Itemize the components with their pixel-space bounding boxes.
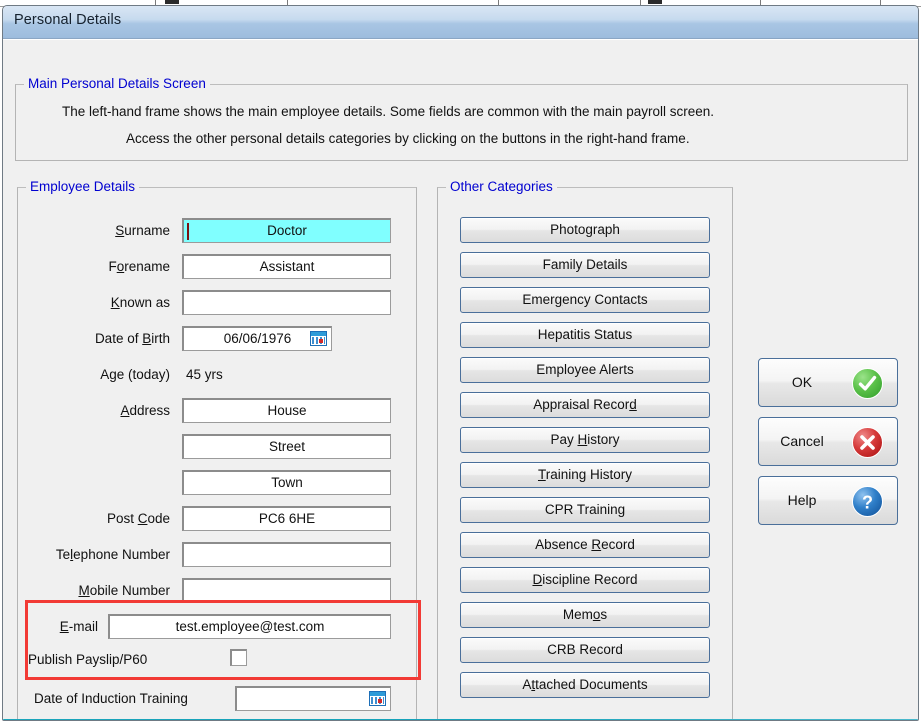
input-forename[interactable]: Assistant (182, 254, 391, 279)
label-date-of-birth: Date of Birth (94, 331, 170, 346)
dialog-title: Personal Details (14, 12, 122, 28)
help-button-label: Help (787, 492, 817, 508)
employee-details-groupbox: Employee Details Surname Doctor Forename… (17, 179, 417, 720)
button-training-history[interactable]: Training History (460, 462, 710, 488)
label-post-code: Post Code (106, 511, 170, 526)
button-crb-record[interactable]: CRB Record (460, 637, 710, 663)
main-info-groupbox: Main Personal Details Screen The left-ha… (15, 76, 908, 161)
main-info-legend: Main Personal Details Screen (24, 76, 210, 91)
cancel-button[interactable]: Cancel (758, 417, 898, 466)
button-discipline-record[interactable]: Discipline Record (460, 567, 710, 593)
button-cpr-training[interactable]: CPR Training (460, 497, 710, 523)
personal-details-dialog: Personal Details Main Personal Details S… (2, 5, 919, 721)
cancel-button-label: Cancel (780, 433, 824, 449)
button-appraisal-record[interactable]: Appraisal Record (460, 392, 710, 418)
svg-text:?: ? (862, 493, 873, 513)
label-date-of-induction-training: Date of Induction Training (34, 691, 188, 706)
text-caret (187, 223, 189, 240)
input-mobile-number[interactable] (182, 578, 391, 603)
label-age-today: Age (today) (100, 367, 170, 382)
button-memos[interactable]: Memos (460, 602, 710, 628)
calendar-icon-date-of-birth[interactable] (310, 331, 327, 346)
label-mobile-number: Mobile Number (78, 583, 170, 598)
label-address: Address (120, 403, 170, 418)
input-address-line-1[interactable]: House (182, 398, 391, 423)
input-email[interactable]: test.employee@test.com (108, 614, 391, 639)
button-employee-alerts[interactable]: Employee Alerts (460, 357, 710, 383)
input-telephone-number[interactable] (182, 542, 391, 567)
input-post-code[interactable]: PC6 6HE (182, 506, 391, 531)
button-absence-record[interactable]: Absence Record (460, 532, 710, 558)
button-photograph[interactable]: Photograph (460, 217, 710, 243)
label-publish-payslip: Publish Payslip/P60 (28, 652, 148, 667)
screenshot-root: Personal Details Main Personal Details S… (0, 0, 921, 725)
value-age-today: 45 yrs (186, 367, 223, 382)
label-email: E-mail (59, 619, 98, 634)
label-known-as: Known as (110, 295, 170, 310)
employee-details-legend: Employee Details (26, 179, 140, 194)
main-info-line-2: Access the other personal details catego… (126, 131, 690, 146)
button-emergency-contacts[interactable]: Emergency Contacts (460, 287, 710, 313)
x-circle-icon (852, 427, 883, 458)
question-circle-icon: ? (852, 486, 883, 517)
input-surname-value: Doctor (267, 223, 307, 238)
label-telephone-number: Telephone Number (55, 547, 170, 562)
button-family-details[interactable]: Family Details (460, 252, 710, 278)
dialog-client-area: Main Personal Details Screen The left-ha… (3, 39, 918, 720)
input-address-line-2[interactable]: Street (182, 434, 391, 459)
ok-button[interactable]: OK (758, 358, 898, 407)
button-pay-history[interactable]: Pay History (460, 427, 710, 453)
label-forename: Forename (108, 259, 170, 274)
button-attached-documents[interactable]: Attached Documents (460, 672, 710, 698)
other-categories-legend: Other Categories (446, 179, 557, 194)
ok-button-label: OK (791, 374, 813, 390)
main-info-line-1: The left-hand frame shows the main emplo… (62, 104, 715, 119)
input-date-of-induction-training[interactable] (235, 686, 391, 711)
input-surname[interactable]: Doctor (182, 218, 391, 243)
dialog-bottom-accent (3, 719, 918, 720)
help-button[interactable]: Help ? (758, 476, 898, 525)
check-circle-icon (852, 368, 883, 399)
label-surname: Surname (115, 223, 170, 238)
input-address-line-3[interactable]: Town (182, 470, 391, 495)
checkbox-publish-payslip[interactable] (230, 649, 247, 666)
dialog-titlebar: Personal Details (3, 6, 918, 39)
button-hepatitis-status[interactable]: Hepatitis Status (460, 322, 710, 348)
calendar-icon-induction-training[interactable] (369, 691, 386, 706)
input-known-as[interactable] (182, 290, 391, 315)
